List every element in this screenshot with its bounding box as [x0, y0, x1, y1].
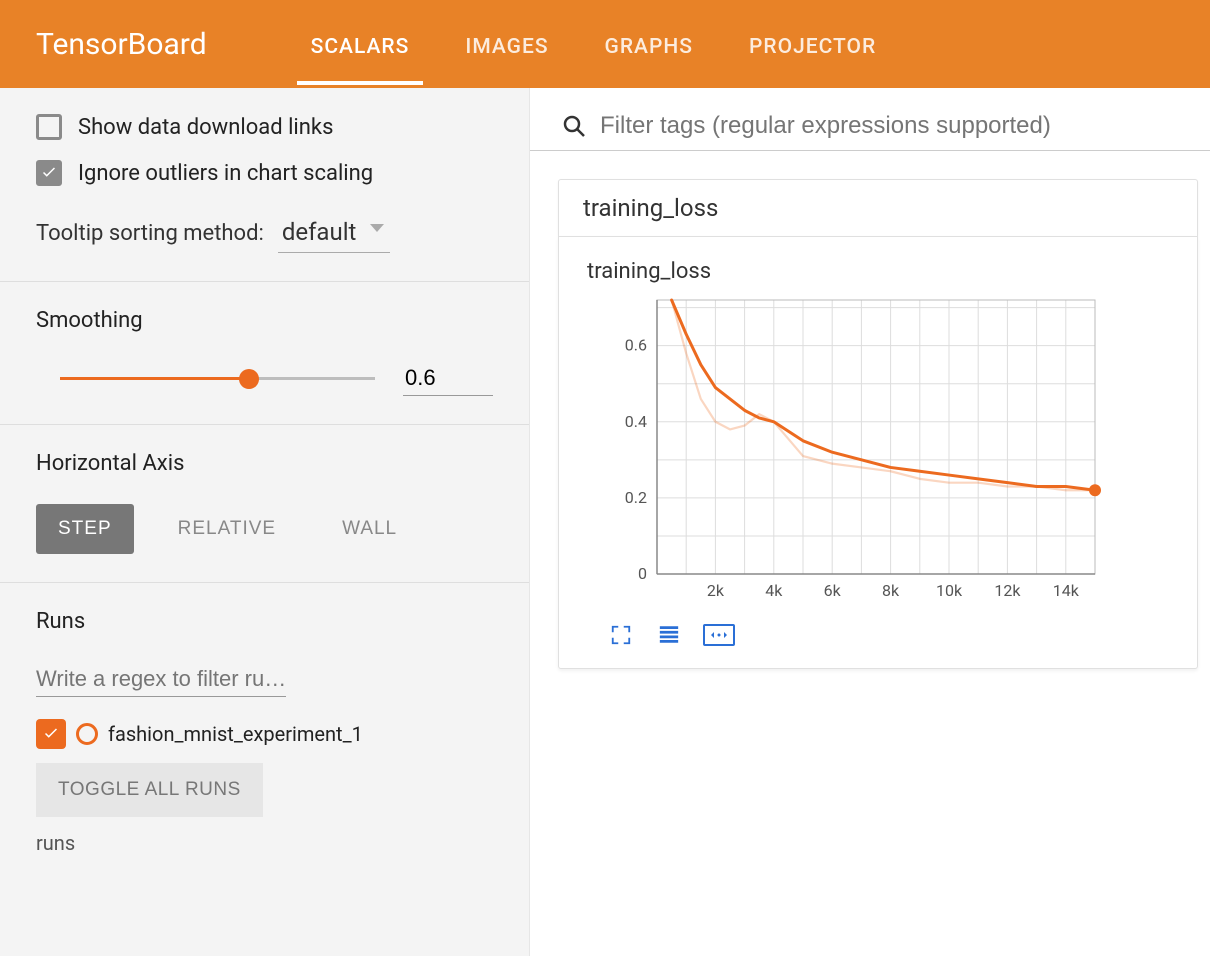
smoothing-slider-fill [60, 377, 249, 380]
ignore-outliers-label: Ignore outliers in chart scaling [78, 161, 373, 186]
svg-text:0.4: 0.4 [625, 412, 647, 431]
runs-filter-input[interactable] [36, 662, 286, 697]
tooltip-sort-label: Tooltip sorting method: [36, 221, 264, 246]
tag-filter-input[interactable] [600, 112, 1178, 140]
axis-wall-button[interactable]: WALL [320, 504, 419, 554]
search-icon [562, 114, 586, 138]
chevron-down-icon [370, 224, 384, 232]
main-panel: training_loss training_loss 0 0.2 0.4 0.6 2k… [530, 88, 1210, 956]
show-download-links-label: Show data download links [78, 115, 333, 140]
svg-text:0: 0 [638, 564, 647, 583]
runs-footer: runs [36, 831, 493, 855]
svg-text:6k: 6k [824, 581, 842, 600]
smoothing-slider[interactable] [60, 377, 375, 380]
sidebar: Show data download links Ignore outliers… [0, 88, 530, 956]
tab-images[interactable]: IMAGES [461, 3, 552, 85]
toggle-y-log-icon[interactable] [655, 624, 683, 646]
smoothing-value-input[interactable] [403, 361, 493, 396]
run-checkbox[interactable] [36, 719, 66, 749]
check-icon [42, 725, 60, 743]
axis-step-button[interactable]: STEP [36, 504, 134, 554]
run-color-swatch-icon[interactable] [76, 723, 98, 745]
training-loss-chart[interactable]: 0 0.2 0.4 0.6 2k 4k 6k 8k 10k 12k 14k [587, 296, 1107, 606]
show-download-links-checkbox[interactable] [36, 114, 62, 140]
svg-text:0.6: 0.6 [625, 336, 647, 355]
svg-text:2k: 2k [707, 581, 725, 600]
app-header: TensorBoard SCALARS IMAGES GRAPHS PROJEC… [0, 0, 1210, 88]
axis-relative-button[interactable]: RELATIVE [156, 504, 298, 554]
expand-chart-icon[interactable] [607, 624, 635, 646]
app-logo: TensorBoard [36, 27, 207, 62]
toggle-all-runs-button[interactable]: TOGGLE ALL RUNS [36, 763, 263, 817]
scalar-card: training_loss 0 0.2 0.4 0.6 2k 4k 6k 8k 10k 12k 14… [558, 236, 1198, 669]
chart-title: training_loss [587, 259, 1169, 284]
header-tabs: SCALARS IMAGES GRAPHS PROJECTOR [307, 3, 881, 85]
run-name: fashion_mnist_experiment_1 [108, 721, 288, 747]
tag-group-header[interactable]: training_loss [558, 179, 1198, 236]
smoothing-slider-thumb[interactable] [239, 369, 259, 389]
svg-text:0.2: 0.2 [625, 488, 647, 507]
horizontal-axis-label: Horizontal Axis [36, 451, 493, 476]
svg-text:14k: 14k [1053, 581, 1080, 600]
run-row: fashion_mnist_experiment_1 [36, 719, 493, 749]
check-icon [40, 164, 58, 182]
svg-text:8k: 8k [882, 581, 900, 600]
tooltip-sort-select[interactable]: default [278, 214, 391, 253]
svg-text:10k: 10k [936, 581, 963, 600]
tab-projector[interactable]: PROJECTOR [745, 3, 880, 85]
svg-text:12k: 12k [994, 581, 1021, 600]
tab-scalars[interactable]: SCALARS [307, 3, 414, 85]
smoothing-label: Smoothing [36, 308, 493, 333]
tooltip-sort-value: default [282, 218, 357, 246]
tab-graphs[interactable]: GRAPHS [601, 3, 697, 85]
runs-label: Runs [36, 609, 493, 634]
ignore-outliers-checkbox[interactable] [36, 160, 62, 186]
fit-domain-icon[interactable] [703, 624, 735, 646]
svg-text:4k: 4k [765, 581, 783, 600]
